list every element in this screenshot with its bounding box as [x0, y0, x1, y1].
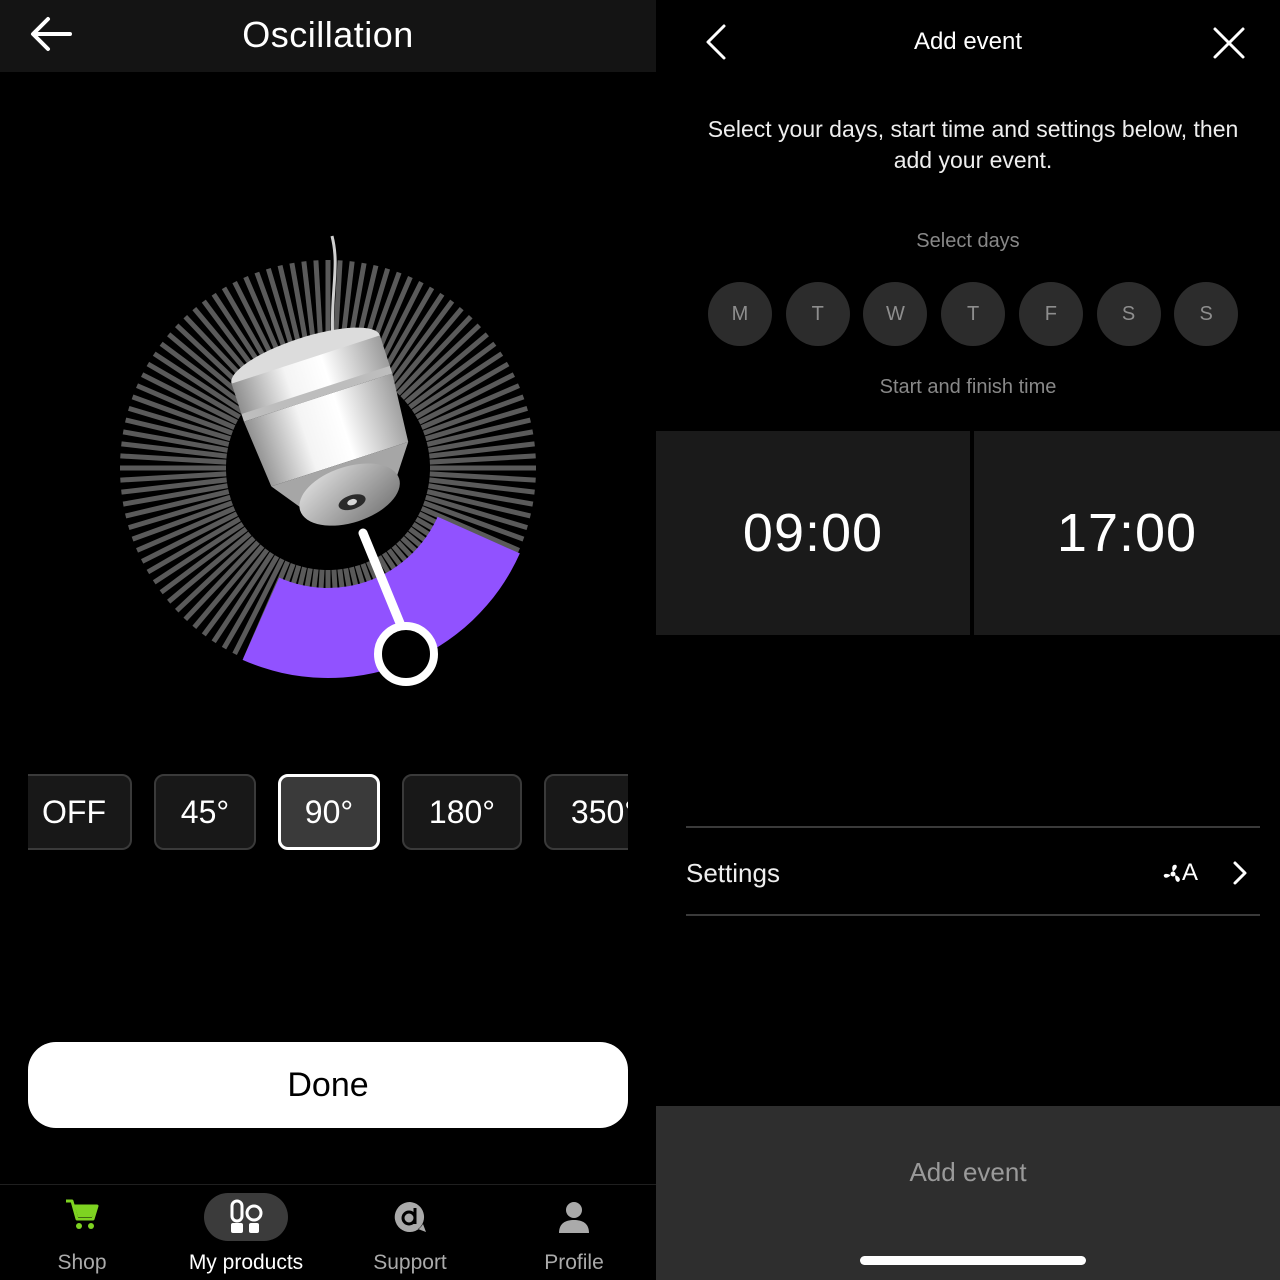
fan-head-image [231, 327, 409, 526]
profile-icon [559, 1202, 589, 1233]
add-event-button[interactable]: Add event [656, 1106, 1280, 1280]
angle-option[interactable]: 350° [544, 774, 628, 850]
nav-label-shop: Shop [57, 1251, 107, 1274]
nav-label-my-products: My products [188, 1251, 304, 1274]
close-icon[interactable] [1212, 26, 1246, 60]
bottom-navigation: Shop My products Support Profile [0, 1184, 656, 1280]
support-icon [394, 1201, 426, 1232]
oscillation-angle-selector: OFF 45° 90° 180° 350° [28, 774, 628, 852]
oscillation-header: Oscillation [0, 0, 656, 72]
add-event-instructions: Select your days, start time and setting… [707, 116, 1239, 173]
add-event-screen: Add event Select your days, start time a… [656, 0, 1280, 1280]
angle-option[interactable]: 90° [278, 774, 380, 850]
page-title: Oscillation [242, 14, 414, 55]
day-toggle[interactable]: M [708, 282, 772, 346]
start-time-picker[interactable]: 09:00 [656, 431, 970, 635]
angle-option[interactable]: 180° [402, 774, 522, 850]
fan-icon [1163, 864, 1180, 882]
dial-tick [120, 453, 227, 465]
day-toggle[interactable]: W [863, 282, 928, 346]
dial-handle[interactable] [374, 622, 438, 686]
add-event-title: Add event [913, 28, 1023, 55]
dial-tick [429, 453, 536, 465]
done-button[interactable]: Done [28, 1042, 628, 1128]
day-toggle[interactable]: T [785, 282, 850, 346]
settings-mode-value: A [1182, 859, 1199, 886]
products-icon [230, 1199, 263, 1233]
dial-tick [429, 471, 536, 483]
nav-shop[interactable]: Shop [0, 1185, 164, 1280]
finish-time-picker[interactable]: 17:00 [974, 431, 1280, 635]
day-toggle[interactable]: F [1018, 282, 1083, 346]
angle-option[interactable]: OFF [28, 774, 132, 850]
cart-icon [66, 1199, 99, 1229]
time-label: Start and finish time [879, 376, 1057, 398]
nav-profile[interactable]: Profile [492, 1185, 656, 1280]
day-selector: MTWTFSS [708, 282, 1248, 348]
nav-label-profile: Profile [544, 1251, 604, 1274]
nav-my-products[interactable]: My products [164, 1185, 328, 1280]
chevron-right-icon [1233, 861, 1247, 885]
nav-label-support: Support [373, 1251, 447, 1274]
nav-support[interactable]: Support [328, 1185, 492, 1280]
day-toggle[interactable]: S [1096, 282, 1161, 346]
home-indicator [860, 1256, 1086, 1265]
oscillation-screen: Oscillation OFF 45° 90° 180° 350 Done Sh… [0, 0, 656, 1280]
dial-tick [120, 471, 227, 483]
oscillation-dial[interactable] [108, 228, 548, 698]
day-toggle[interactable]: S [1174, 282, 1239, 346]
angle-option[interactable]: 45° [154, 774, 256, 850]
settings-row[interactable]: Settings A [686, 826, 1260, 916]
settings-label: Settings [686, 858, 780, 888]
day-toggle[interactable]: T [941, 282, 1006, 346]
select-days-label: Select days [916, 230, 1020, 252]
